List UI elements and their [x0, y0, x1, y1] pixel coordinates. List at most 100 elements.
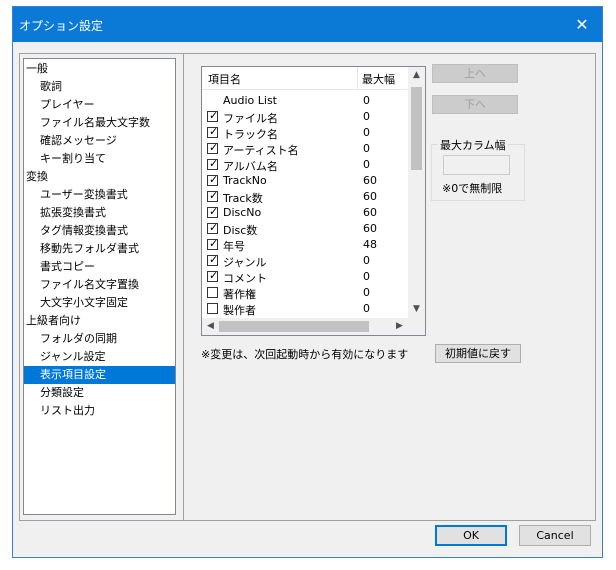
- column-checkbox[interactable]: ✓: [207, 189, 218, 202]
- tree-item[interactable]: 大文字小文字固定: [24, 294, 175, 312]
- move-down-button[interactable]: 下へ: [432, 95, 518, 114]
- tree-item[interactable]: ジャンル設定: [24, 348, 175, 366]
- list-item[interactable]: ✓ 年号 48: [202, 237, 407, 253]
- list-item-width: 60: [363, 222, 377, 235]
- check-icon: ✓: [209, 141, 219, 154]
- list-item-width: 0: [363, 110, 370, 123]
- list-item-name: TrackNo: [223, 174, 267, 187]
- check-icon: ✓: [209, 253, 219, 266]
- header-max-width[interactable]: 最大幅: [362, 71, 395, 87]
- scroll-up-icon[interactable]: ▲: [408, 67, 425, 84]
- list-item[interactable]: ✓ ジャンル 0: [202, 253, 407, 269]
- list-item[interactable]: ✓ Track数 60: [202, 189, 407, 205]
- list-item-width: 0: [363, 94, 370, 107]
- settings-panel: 一般 歌詞 プレイヤー ファイル名最大文字数 確認メッセージ キー割り当て 変換 ユーザー変換…: [19, 53, 596, 521]
- list-item[interactable]: ✓ ファイル名 0: [202, 109, 407, 125]
- list-item-name: コメント: [223, 272, 267, 285]
- vertical-scrollbar[interactable]: ▲ ▼: [408, 67, 425, 318]
- list-header: 項目名 最大幅: [202, 67, 407, 90]
- list-item[interactable]: Audio List 0: [202, 93, 407, 109]
- check-icon: ✓: [209, 269, 219, 282]
- tree-item[interactable]: ファイル名最大文字数: [24, 114, 175, 132]
- column-checkbox[interactable]: ✓: [207, 221, 219, 234]
- column-checkbox[interactable]: ✓: [207, 237, 219, 250]
- column-checkbox[interactable]: ✓: [207, 253, 219, 266]
- list-item-width: 0: [363, 302, 370, 315]
- tree-item[interactable]: リスト出力: [24, 402, 175, 420]
- tree-item[interactable]: ファイル名文字置換: [24, 276, 175, 294]
- list-item[interactable]: 製作者 0: [202, 301, 407, 317]
- max-column-width-hint: ※0で無制限: [442, 182, 503, 195]
- column-checkbox[interactable]: [207, 287, 218, 298]
- list-item[interactable]: ✓ DiscNo 60: [202, 205, 407, 221]
- tree-item[interactable]: 確認メッセージ: [24, 132, 175, 150]
- ok-button[interactable]: OK: [435, 525, 507, 546]
- list-item[interactable]: ✓ コメント 0: [202, 269, 407, 285]
- tree-item[interactable]: 一般: [24, 60, 175, 78]
- check-icon: ✓: [209, 237, 219, 250]
- header-separator[interactable]: [357, 67, 358, 89]
- list-item-width: 60: [363, 174, 377, 187]
- list-item-name: Track数: [223, 192, 263, 205]
- move-up-button[interactable]: 上へ: [432, 64, 518, 83]
- check-icon: ✓: [209, 205, 219, 218]
- list-item[interactable]: 著作権 0: [202, 285, 407, 301]
- list-item[interactable]: ✓ トラック名 0: [202, 125, 407, 141]
- scroll-right-icon[interactable]: ▶: [391, 318, 408, 335]
- max-column-width-input[interactable]: [443, 155, 510, 175]
- list-item-name: 著作権: [223, 288, 256, 301]
- tree-item[interactable]: プレイヤー: [24, 96, 175, 114]
- tree-item[interactable]: 移動先フォルダ書式: [24, 240, 175, 258]
- list-item-width: 0: [363, 286, 370, 299]
- column-checkbox[interactable]: [207, 303, 218, 314]
- vertical-scroll-thumb[interactable]: [411, 87, 422, 170]
- column-checkbox[interactable]: ✓: [207, 141, 219, 154]
- list-item-width: 48: [363, 238, 377, 251]
- horizontal-scroll-thumb[interactable]: [219, 321, 369, 332]
- list-item-name: 製作者: [223, 304, 256, 317]
- column-checkbox[interactable]: ✓: [207, 205, 219, 218]
- list-item[interactable]: ✓ TrackNo 60: [202, 173, 407, 189]
- list-item[interactable]: ✓ アルバム名 0: [202, 157, 407, 173]
- cancel-button[interactable]: Cancel: [519, 525, 591, 546]
- list-item[interactable]: ✓ Disc数 60: [202, 221, 407, 237]
- tree-item[interactable]: 拡張変換書式: [24, 204, 175, 222]
- tree-item[interactable]: タグ情報変換書式: [24, 222, 175, 240]
- scroll-left-icon[interactable]: ◀: [202, 318, 219, 335]
- list-item-name: Disc数: [223, 224, 258, 237]
- close-icon: ✕: [575, 15, 589, 34]
- tree-item[interactable]: 分類設定: [24, 384, 175, 402]
- tree-item[interactable]: フォルダの同期: [24, 330, 175, 348]
- horizontal-scrollbar[interactable]: ◀ ▶: [202, 318, 408, 335]
- reset-defaults-button[interactable]: 初期値に戻す: [435, 344, 521, 363]
- list-item-name: ファイル名: [223, 112, 278, 125]
- column-checkbox[interactable]: ✓: [207, 109, 218, 122]
- panel-divider: [183, 54, 184, 520]
- check-icon: ✓: [209, 125, 219, 138]
- column-checkbox[interactable]: ✓: [207, 269, 219, 282]
- tree-item[interactable]: 表示項目設定: [24, 366, 175, 384]
- header-item-name[interactable]: 項目名: [208, 71, 241, 87]
- list-item[interactable]: ✓ アーティスト名 0: [202, 141, 407, 157]
- tree-item[interactable]: キー割り当て: [24, 150, 175, 168]
- list-item-name: アーティスト名: [223, 144, 299, 157]
- tree-item[interactable]: 上級者向け: [24, 312, 175, 330]
- scroll-down-icon[interactable]: ▼: [408, 301, 425, 318]
- column-checkbox[interactable]: ✓: [207, 125, 219, 138]
- list-item-name: トラック名: [223, 128, 278, 141]
- category-tree[interactable]: 一般 歌詞 プレイヤー ファイル名最大文字数 確認メッセージ キー割り当て 変換 ユーザー変換…: [23, 58, 176, 515]
- tree-item[interactable]: ユーザー変換書式: [24, 186, 175, 204]
- title-bar: オプション設定 ✕: [13, 7, 602, 42]
- close-button[interactable]: ✕: [562, 7, 602, 42]
- tree-item[interactable]: 変換: [24, 168, 175, 186]
- check-icon: ✓: [209, 157, 219, 170]
- tree-item[interactable]: 歌詞: [24, 78, 175, 96]
- column-checkbox[interactable]: ✓: [207, 173, 218, 186]
- tree-item[interactable]: 書式コピー: [24, 258, 175, 276]
- column-list[interactable]: 項目名 最大幅 Audio List 0 ✓ ファイル名 0 ✓ トラック名 0 ✓ アーティスト…: [201, 66, 426, 336]
- check-icon: ✓: [209, 221, 219, 234]
- list-item-name: ジャンル: [223, 256, 267, 269]
- list-item-width: 0: [363, 270, 370, 283]
- column-checkbox[interactable]: ✓: [207, 157, 219, 170]
- list-item-width: 0: [363, 126, 370, 139]
